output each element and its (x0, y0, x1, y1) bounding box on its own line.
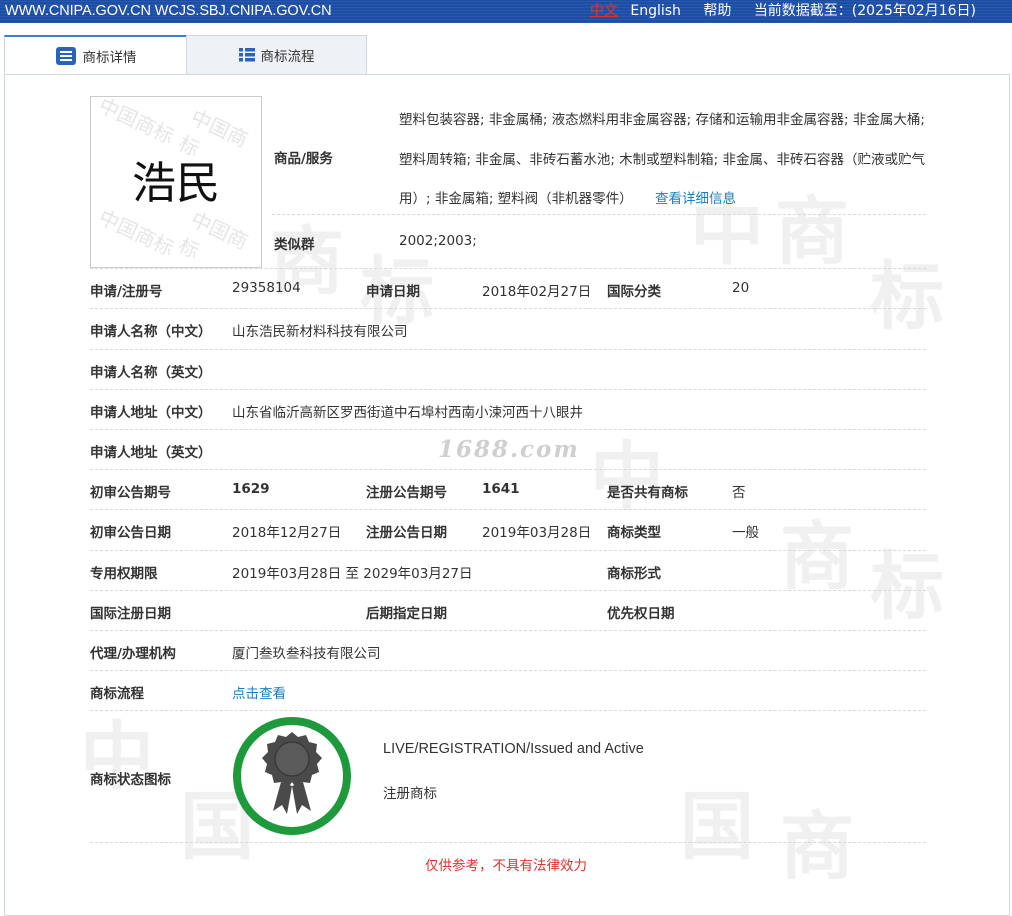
divider (90, 590, 926, 591)
divider (90, 509, 926, 510)
divider (90, 268, 926, 269)
list-icon (238, 48, 255, 62)
site-domains: WWW.CNIPA.GOV.CN WCJS.SBJ.CNIPA.GOV.CN (5, 3, 332, 19)
tab-trademark-details[interactable]: 商标详情 (4, 35, 187, 75)
process-label: 商标流程 (90, 686, 144, 702)
help-link[interactable]: 帮助 (703, 3, 731, 19)
exclusive-period-value: 2019年03月28日 至 2029年03月27日 (232, 566, 473, 582)
registered-seal-icon (232, 716, 352, 836)
reg-no-value: 29358104 (232, 280, 301, 296)
prelim-issue-value: 1629 (232, 481, 270, 497)
prelim-issue-label: 初审公告期号 (90, 485, 171, 501)
legal-notice: 仅供参考，不具有法律效力 (425, 858, 587, 874)
top-bar-links: 中文 English 帮助 当前数据截至：(2025年02月16日) (572, 0, 976, 23)
similar-group-label: 类似群 (274, 237, 315, 253)
priority-date-label: 优先权日期 (607, 606, 675, 622)
intl-reg-date-label: 国际注册日期 (90, 606, 171, 622)
trademark-image-watermark: 中国商标 (174, 206, 252, 264)
divider (90, 349, 926, 350)
top-bar: WWW.CNIPA.GOV.CN WCJS.SBJ.CNIPA.GOV.CN 中… (0, 0, 1012, 23)
reg-no-label: 申请/注册号 (90, 284, 163, 300)
process-view-link[interactable]: 点击查看 (232, 682, 286, 702)
trademark-image-watermark: 中国商标 (95, 96, 178, 149)
lang-en-link[interactable]: English (630, 3, 681, 19)
document-icon (55, 46, 77, 66)
divider (90, 842, 926, 843)
exclusive-period-label: 专用权期限 (90, 566, 158, 582)
tab-trademark-process[interactable]: 商标流程 (186, 35, 367, 75)
divider (90, 469, 926, 470)
goods-list: 塑料包装容器; 非金属桶; 液态燃料用非金属容器; 存储和运输用非金属容器; 非… (399, 101, 927, 220)
divider (90, 550, 926, 551)
address-cn-label: 申请人地址（中文） (90, 405, 212, 421)
agent-label: 代理/办理机构 (90, 646, 176, 662)
tm-form-label: 商标形式 (607, 566, 661, 582)
applicant-en-label: 申请人名称（英文） (90, 365, 212, 381)
app-date-label: 申请日期 (366, 284, 420, 300)
tab-label: 商标流程 (260, 49, 315, 65)
reg-date-value: 2019年03月28日 (482, 525, 592, 541)
applicant-cn-value: 山东浩民新材料科技有限公司 (232, 324, 408, 340)
tm-type-label: 商标类型 (607, 525, 661, 541)
applicant-cn-label: 申请人名称（中文） (90, 324, 212, 340)
tm-type-value: 一般 (732, 525, 759, 541)
divider (90, 710, 926, 711)
agent-value: 厦门叁玖叁科技有限公司 (232, 646, 381, 662)
app-date-value: 2018年02月27日 (482, 284, 592, 300)
reg-issue-value: 1641 (482, 481, 520, 497)
address-en-label: 申请人地址（英文） (90, 445, 212, 461)
divider (90, 308, 926, 309)
prelim-date-label: 初审公告日期 (90, 525, 171, 541)
reg-issue-label: 注册公告期号 (366, 485, 447, 501)
reg-date-label: 注册公告日期 (366, 525, 447, 541)
divider (90, 429, 926, 430)
site-watermark: 1688.com (438, 436, 580, 463)
similar-group-value: 2002;2003; (399, 233, 477, 249)
divider (90, 630, 926, 631)
divider (90, 389, 926, 390)
goods-label: 商品/服务 (274, 151, 333, 167)
intl-class-label: 国际分类 (607, 284, 661, 300)
intl-class-value: 20 (732, 280, 750, 296)
divider (272, 214, 926, 215)
status-cn-text: 注册商标 (383, 786, 437, 802)
status-en-text: LIVE/REGISTRATION/Issued and Active (383, 741, 644, 757)
prelim-date-value: 2018年12月27日 (232, 525, 342, 541)
goods-detail-link[interactable]: 查看详细信息 (655, 191, 736, 207)
divider (90, 670, 926, 671)
address-cn-value: 山东省临沂高新区罗西街道中石埠村西南小涑河西十八眼井 (232, 405, 583, 421)
lang-zh-link[interactable]: 中文 (590, 3, 618, 19)
later-designation-label: 后期指定日期 (366, 606, 447, 622)
trademark-image: 中国商标 中国商标 中国商标 中国商标 浩民 (90, 96, 262, 268)
shared-label: 是否共有商标 (607, 485, 688, 501)
tab-bar: 商标详情 商标流程 (4, 35, 367, 75)
tab-label: 商标详情 (82, 49, 137, 66)
data-cutoff-text: 当前数据截至：(2025年02月16日) (753, 3, 976, 19)
status-icon-label: 商标状态图标 (90, 772, 171, 788)
shared-value: 否 (732, 485, 746, 501)
trademark-name: 浩民 (132, 158, 220, 209)
